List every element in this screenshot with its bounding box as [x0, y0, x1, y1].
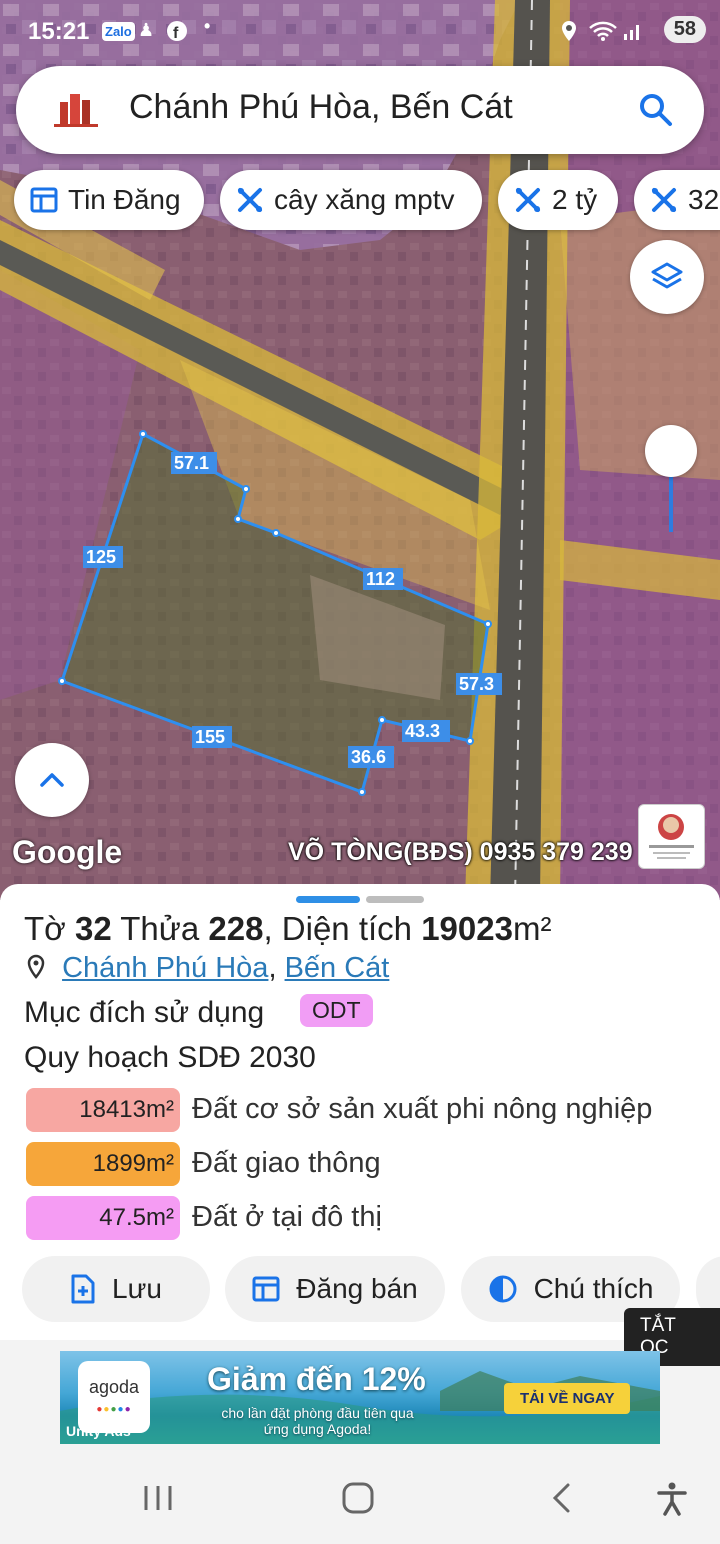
- chip-label: Tin Đăng: [68, 184, 181, 215]
- system-nav-bar: [0, 1450, 720, 1544]
- parcel-location: Chánh Phú Hòa, Bến Cát: [26, 952, 389, 985]
- battery-indicator: 58: [663, 16, 706, 43]
- contacts-icon: ♟: [138, 20, 155, 40]
- home-icon[interactable]: [340, 1482, 376, 1514]
- opacity-slider-knob[interactable]: [645, 425, 697, 477]
- plan-label: Quy hoạch SDĐ 2030: [24, 1041, 316, 1074]
- plan-row-desc: Đất ở tại đô thị: [192, 1201, 382, 1233]
- tools-icon: [516, 188, 540, 212]
- dot-icon: •: [204, 16, 211, 36]
- profile-thumbnail[interactable]: [638, 804, 705, 869]
- expand-up-button[interactable]: [15, 743, 89, 817]
- location-pin-icon: [27, 954, 45, 979]
- edge-label-7: 155: [195, 727, 225, 747]
- back-icon[interactable]: [548, 1482, 576, 1514]
- edge-label-4: 57.3: [459, 674, 494, 694]
- status-bar: 15:21 Zalo ♟ f • 58: [0, 0, 720, 62]
- layers-icon: [651, 262, 683, 289]
- search-bar[interactable]: Chánh Phú Hòa, Bến Cát: [16, 66, 704, 154]
- post-sale-button-label: Đăng bán: [296, 1273, 418, 1304]
- post-sale-button[interactable]: Đăng bán: [225, 1256, 445, 1322]
- tools-icon: [238, 188, 262, 212]
- accessibility-icon[interactable]: [656, 1482, 688, 1516]
- save-button[interactable]: Lưu: [22, 1256, 210, 1322]
- avatar: [649, 814, 694, 859]
- ad-subline: cho lần đặt phòng đầu tiên qua ứng dụng …: [221, 1405, 414, 1437]
- edge-label-5: 43.3: [405, 721, 440, 741]
- google-logo: Google: [12, 834, 123, 870]
- signal-icon: [622, 20, 644, 47]
- parcel-title: Tờ 32 Thửa 228, Diện tích 19023m²: [24, 910, 552, 947]
- location-district-link[interactable]: Bến Cát: [285, 952, 390, 984]
- edge-label-1: 57.1: [174, 453, 209, 473]
- search-input[interactable]: Chánh Phú Hòa, Bến Cát: [129, 88, 513, 127]
- map-view[interactable]: 57.1 125 112 57.3 43.3 36.6 155 15:21 Za…: [0, 0, 720, 900]
- map-watermark: VÕ TÒNG(BĐS) 0935 379 239: [288, 838, 633, 866]
- wifi-icon: [588, 20, 618, 47]
- ad-cta-button[interactable]: TẢI VỀ NGAY: [504, 1383, 631, 1414]
- chip-more[interactable]: 32: [634, 170, 720, 230]
- tools-icon: [652, 188, 676, 212]
- legend-button-label: Chú thích: [533, 1273, 654, 1304]
- sheet-page-indicator-active[interactable]: [296, 896, 360, 903]
- chip-label: 2 tỷ: [552, 184, 598, 215]
- table-icon: [252, 1276, 280, 1302]
- plan-row-area: 18413m²: [26, 1088, 180, 1132]
- svg-text:f: f: [173, 25, 179, 42]
- save-button-label: Lưu: [112, 1273, 162, 1304]
- chip-label: 32: [688, 184, 720, 215]
- edge-label-3: 112: [366, 569, 395, 589]
- ad-network-label: Unity Ads: [66, 1423, 131, 1439]
- chip-price[interactable]: 2 tỷ: [498, 170, 618, 230]
- status-time: 15:21: [28, 18, 90, 45]
- search-icon[interactable]: [638, 92, 674, 128]
- location-icon: [560, 20, 578, 47]
- plan-row-area: 1899m²: [26, 1142, 180, 1186]
- location-commune-link[interactable]: Chánh Phú Hòa: [62, 952, 268, 984]
- plan-row-area: 47.5m²: [26, 1196, 180, 1240]
- purpose-tag: ODT: [300, 994, 373, 1027]
- sheet-page-indicator[interactable]: [366, 896, 424, 903]
- contrast-icon: [489, 1275, 517, 1303]
- ad-headline: Giảm đến 12%: [207, 1361, 426, 1397]
- edge-label-2: 125: [86, 547, 116, 567]
- opacity-slider-track[interactable]: [669, 476, 673, 532]
- facebook-icon: f: [166, 20, 188, 47]
- chip-tin-dang[interactable]: Tin Đăng: [14, 170, 204, 230]
- recent-apps-icon[interactable]: [140, 1482, 176, 1514]
- chip-label: cây xăng mptv: [274, 184, 455, 215]
- plan-row-desc: Đất cơ sở sản xuất phi nông nghiệp: [192, 1093, 653, 1125]
- edge-label-6: 36.6: [351, 747, 386, 767]
- layers-button[interactable]: [630, 240, 704, 314]
- add-file-icon: [71, 1274, 95, 1304]
- plan-row-desc: Đất giao thông: [192, 1147, 381, 1179]
- table-icon: [30, 187, 58, 213]
- zalo-icon: Zalo: [102, 22, 135, 41]
- app-logo-icon: [54, 94, 98, 127]
- chevron-up-icon: [40, 773, 64, 787]
- chip-cay-xang[interactable]: cây xăng mptv: [220, 170, 482, 230]
- parcel-info-sheet: Tờ 32 Thửa 228, Diện tích 19023m² Chánh …: [0, 884, 720, 1340]
- purpose-label: Mục đích sử dụng: [24, 996, 265, 1029]
- ad-banner[interactable]: agoda ●●●●● Giảm đến 12% cho lần đặt phò…: [60, 1351, 660, 1444]
